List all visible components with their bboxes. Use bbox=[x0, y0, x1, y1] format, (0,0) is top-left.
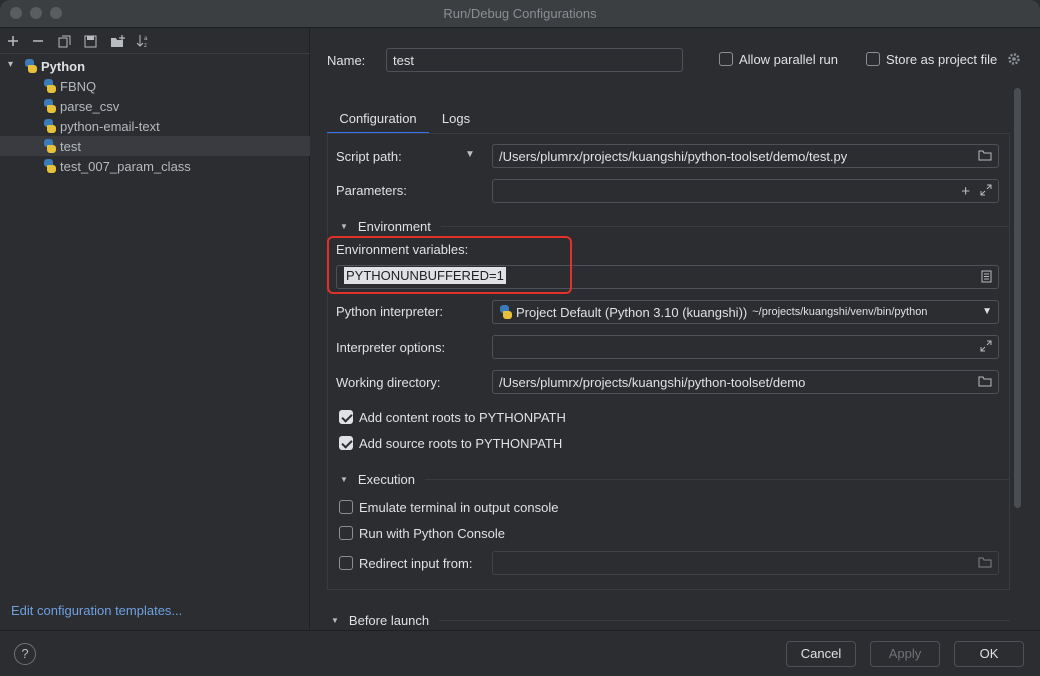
copy-icon[interactable] bbox=[55, 32, 73, 50]
tree-item-parse-csv[interactable]: parse_csv bbox=[0, 96, 310, 116]
tree-root-python[interactable]: ▾ Python bbox=[0, 56, 310, 76]
working-dir-value: /Users/plumrx/projects/kuangshi/python-t… bbox=[499, 374, 806, 390]
interp-options-field[interactable] bbox=[492, 335, 999, 359]
tab-logs[interactable]: Logs bbox=[429, 104, 483, 134]
chevron-down-icon[interactable]: ▼ bbox=[340, 222, 348, 231]
script-path-value: /Users/plumrx/projects/kuangshi/python-t… bbox=[499, 148, 848, 164]
emulate-terminal-label: Emulate terminal in output console bbox=[359, 500, 559, 515]
edit-env-vars-icon[interactable] bbox=[981, 270, 992, 286]
chevron-down-icon[interactable]: ▼ bbox=[340, 475, 348, 484]
ok-button[interactable]: OK bbox=[954, 641, 1024, 667]
vertical-scrollbar[interactable] bbox=[1014, 88, 1021, 508]
run-debug-dialog: Run/Debug Configurations az ▾ Python FBN… bbox=[0, 0, 1040, 676]
section-divider bbox=[439, 620, 1010, 621]
interpreter-select[interactable]: Project Default (Python 3.10 (kuangshi))… bbox=[492, 300, 999, 324]
svg-text:a: a bbox=[144, 36, 148, 42]
tab-configuration[interactable]: Configuration bbox=[327, 104, 429, 134]
name-label: Name: bbox=[327, 53, 366, 68]
folder-icon[interactable] bbox=[978, 556, 992, 571]
interp-options-label: Interpreter options: bbox=[336, 340, 446, 355]
tree-item-label: parse_csv bbox=[60, 98, 120, 114]
environment-section-title: Environment bbox=[357, 219, 431, 234]
redirect-input-label: Redirect input from: bbox=[359, 556, 473, 571]
chevron-down-icon[interactable]: ▾ bbox=[8, 60, 18, 70]
store-project-label: Store as project file bbox=[886, 52, 998, 67]
python-icon bbox=[24, 59, 38, 73]
cancel-button[interactable]: Cancel bbox=[786, 641, 856, 667]
add-content-roots-label: Add content roots to PYTHONPATH bbox=[359, 410, 566, 425]
tree-item-fbnq[interactable]: FBNQ bbox=[0, 76, 310, 96]
tree-item-test[interactable]: test bbox=[0, 136, 310, 156]
script-path-field[interactable]: /Users/plumrx/projects/kuangshi/python-t… bbox=[492, 144, 999, 168]
interpreter-value: Project Default (Python 3.10 (kuangshi)) bbox=[516, 304, 748, 320]
allow-parallel-label: Allow parallel run bbox=[739, 52, 838, 67]
interpreter-path: ~/projects/kuangshi/venv/bin/python bbox=[752, 306, 928, 318]
tree-item-python-email-text[interactable]: python-email-text bbox=[0, 116, 310, 136]
window-title: Run/Debug Configurations bbox=[443, 6, 597, 21]
edit-templates-link[interactable]: Edit configuration templates... bbox=[11, 603, 182, 618]
expand-icon[interactable] bbox=[980, 184, 992, 199]
dialog-footer: ? Cancel Apply OK bbox=[0, 630, 1040, 676]
python-config-icon bbox=[43, 79, 57, 93]
redirect-input-checkbox[interactable] bbox=[339, 556, 353, 570]
plus-icon[interactable]: + bbox=[961, 183, 970, 200]
chevron-down-icon[interactable]: ▼ bbox=[982, 306, 992, 317]
parameters-label: Parameters: bbox=[336, 183, 407, 198]
tree-item-label: test_007_param_class bbox=[60, 158, 191, 174]
tree-item-test-007-param-class[interactable]: test_007_param_class bbox=[0, 156, 310, 176]
script-path-label: Script path: bbox=[336, 149, 402, 164]
execution-section[interactable]: ▼ Execution bbox=[340, 472, 1010, 487]
working-dir-field[interactable]: /Users/plumrx/projects/kuangshi/python-t… bbox=[492, 370, 999, 394]
name-value: test bbox=[393, 52, 414, 68]
sidebar-toolbar: az bbox=[0, 28, 310, 54]
add-source-roots-checkbox[interactable] bbox=[339, 436, 353, 450]
help-button[interactable]: ? bbox=[14, 643, 36, 665]
tree-item-label: test bbox=[60, 138, 81, 154]
python-config-icon bbox=[43, 119, 57, 133]
section-divider bbox=[425, 479, 1010, 480]
new-folder-icon[interactable] bbox=[108, 32, 126, 50]
tree-root-label: Python bbox=[41, 58, 86, 74]
add-content-roots-checkbox[interactable] bbox=[339, 410, 353, 424]
folder-icon[interactable] bbox=[978, 149, 992, 164]
title-bar: Run/Debug Configurations bbox=[0, 0, 1040, 28]
python-config-icon bbox=[43, 139, 57, 153]
before-launch-section-title: Before launch bbox=[348, 613, 430, 628]
environment-section[interactable]: ▼ Environment bbox=[340, 219, 1010, 234]
chevron-down-icon[interactable]: ▼ bbox=[465, 149, 475, 160]
configuration-editor: Name: test Allow parallel run Store as p… bbox=[311, 28, 1040, 630]
add-source-roots-label: Add source roots to PYTHONPATH bbox=[359, 436, 563, 451]
tree-item-label: python-email-text bbox=[60, 118, 160, 134]
allow-parallel-checkbox[interactable] bbox=[719, 52, 733, 66]
tree-item-label: FBNQ bbox=[60, 78, 97, 94]
emulate-terminal-checkbox[interactable] bbox=[339, 500, 353, 514]
before-launch-section[interactable]: ▼ Before launch bbox=[331, 613, 1010, 628]
section-divider bbox=[440, 226, 1010, 227]
highlight-box bbox=[327, 236, 572, 294]
svg-text:z: z bbox=[144, 43, 147, 48]
configurations-sidebar: az ▾ Python FBNQ parse_csv python-email-… bbox=[0, 28, 310, 630]
python-icon bbox=[499, 305, 513, 319]
chevron-down-icon[interactable]: ▼ bbox=[331, 616, 339, 625]
name-field[interactable]: test bbox=[386, 48, 683, 72]
folder-icon[interactable] bbox=[978, 375, 992, 390]
sort-icon[interactable]: az bbox=[134, 32, 152, 50]
minus-icon[interactable] bbox=[29, 32, 47, 50]
interpreter-label: Python interpreter: bbox=[336, 304, 443, 319]
apply-button[interactable]: Apply bbox=[870, 641, 940, 667]
save-icon[interactable] bbox=[81, 32, 99, 50]
redirect-input-field[interactable] bbox=[492, 551, 999, 575]
python-config-icon bbox=[43, 159, 57, 173]
parameters-field[interactable]: + bbox=[492, 179, 999, 203]
plus-icon[interactable] bbox=[4, 32, 22, 50]
working-dir-label: Working directory: bbox=[336, 375, 441, 390]
store-project-checkbox[interactable] bbox=[866, 52, 880, 66]
gear-icon[interactable] bbox=[1007, 52, 1021, 69]
python-console-checkbox[interactable] bbox=[339, 526, 353, 540]
expand-icon[interactable] bbox=[980, 340, 992, 355]
execution-section-title: Execution bbox=[357, 472, 416, 487]
configurations-tree: ▾ Python FBNQ parse_csv python-email-tex… bbox=[0, 56, 310, 176]
python-console-label: Run with Python Console bbox=[359, 526, 505, 541]
python-config-icon bbox=[43, 99, 57, 113]
